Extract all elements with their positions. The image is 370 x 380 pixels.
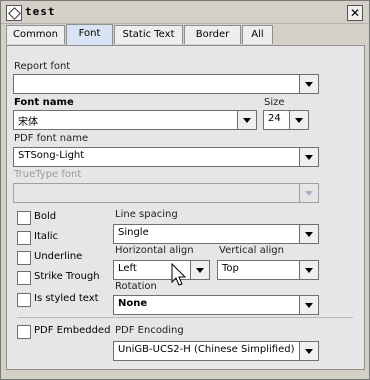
bold-checkbox-label: Bold [34,211,57,222]
chevron-down-icon[interactable] [299,296,318,314]
rotation-value: None [118,298,148,309]
app-icon [6,5,22,21]
separator-line [17,317,353,318]
chevron-down-icon[interactable] [299,261,318,279]
tab-static-text[interactable]: Static Text [114,25,183,44]
font-name-label: Font name [14,97,74,108]
mouse-cursor-icon [171,263,187,286]
underline-checkbox-label: Underline [34,251,83,262]
tab-common[interactable]: Common [6,25,65,44]
font-name-combo[interactable]: 宋体 [13,110,257,130]
tab-font[interactable]: Font [66,24,113,45]
pdf-encoding-label: PDF Encoding [115,325,184,336]
styled-text-checkbox[interactable] [17,293,31,307]
font-panel: Report font Font name Size 宋体 24 PDF fon… [6,45,365,370]
chevron-down-icon[interactable] [190,261,209,279]
report-font-combo[interactable] [13,74,319,94]
horizontal-align-value: Left [118,263,137,274]
truetype-font-combo [13,183,319,203]
size-value: 24 [268,113,281,124]
rotation-combo[interactable]: None [113,295,319,315]
truetype-font-label: TrueType font [14,169,82,180]
bold-checkbox[interactable] [17,211,31,225]
rotation-label: Rotation [115,281,157,292]
report-font-label: Report font [14,61,71,72]
pdf-font-name-combo[interactable]: STSong-Light [13,147,319,167]
strike-trough-checkbox[interactable] [17,271,31,285]
title-bar: test ✕ [1,1,369,24]
dialog-window: test ✕ Common Font Static Text Border Al… [0,0,370,380]
size-combo[interactable]: 24 [263,110,309,130]
horizontal-align-combo[interactable]: Left [113,260,210,280]
horizontal-align-label: Horizontal align [115,245,194,256]
chevron-down-icon[interactable] [299,225,318,243]
pdf-font-name-label: PDF font name [14,133,89,144]
chevron-down-icon[interactable] [299,75,318,93]
italic-checkbox-label: Italic [34,231,59,242]
pdf-embedded-checkbox[interactable] [17,325,31,339]
vertical-align-combo[interactable]: Top [217,260,319,280]
chevron-down-icon[interactable] [289,111,308,129]
pdf-encoding-value: UniGB-UCS2-H (Chinese Simplified) [118,344,295,355]
vertical-align-value: Top [222,263,239,274]
line-spacing-combo[interactable]: Single [113,224,319,244]
styled-text-checkbox-label: Is styled text [34,293,99,304]
pdf-encoding-combo[interactable]: UniGB-UCS2-H (Chinese Simplified) [113,341,319,361]
tab-border[interactable]: Border [184,25,241,44]
vertical-align-label: Vertical align [219,245,284,256]
window-title: test [25,5,56,18]
chevron-down-icon[interactable] [299,342,318,360]
font-name-value: 宋体 [18,117,38,128]
chevron-down-icon [299,184,318,202]
underline-checkbox[interactable] [17,251,31,265]
tab-all[interactable]: All [242,25,273,44]
pdf-embedded-checkbox-label: PDF Embedded [34,325,111,336]
strike-trough-checkbox-label: Strike Trough [34,271,100,282]
line-spacing-label: Line spacing [115,209,178,220]
italic-checkbox[interactable] [17,231,31,245]
size-label: Size [264,97,285,108]
line-spacing-value: Single [118,227,149,238]
chevron-down-icon[interactable] [299,148,318,166]
pdf-font-name-value: STSong-Light [18,150,85,161]
chevron-down-icon[interactable] [237,111,256,129]
close-button[interactable]: ✕ [347,5,363,21]
